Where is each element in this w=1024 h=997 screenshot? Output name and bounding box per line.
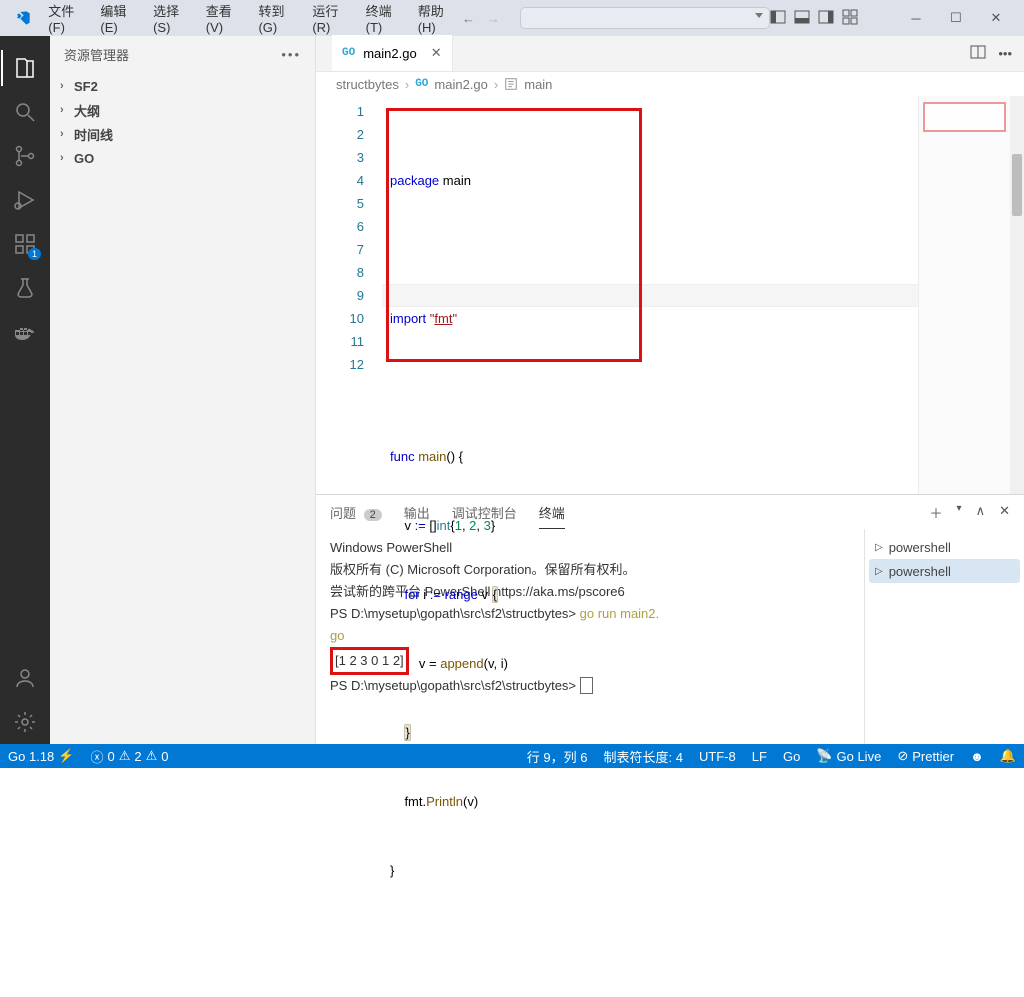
- breadcrumb-file[interactable]: main2.go: [434, 77, 487, 92]
- current-line-highlight: [382, 284, 918, 307]
- panel-tab-problems[interactable]: 问题 2: [330, 497, 382, 528]
- editor-scrollbar[interactable]: [1010, 96, 1024, 494]
- breadcrumb-symbol[interactable]: main: [524, 77, 552, 92]
- panel-maximize-icon[interactable]: ∧: [976, 503, 986, 522]
- sidebar-more-icon[interactable]: •••: [281, 47, 301, 62]
- toggle-panel-icon[interactable]: [794, 9, 810, 28]
- toggle-primary-sidebar-icon[interactable]: [770, 9, 786, 28]
- panel-tab-terminal[interactable]: 终端: [539, 497, 565, 528]
- tree-folder-sf2[interactable]: ›SF2: [50, 74, 315, 98]
- tree-go[interactable]: ›GO: [50, 146, 315, 170]
- toggle-secondary-sidebar-icon[interactable]: [818, 9, 834, 28]
- activity-testing-icon[interactable]: [1, 266, 49, 310]
- tree-timeline[interactable]: ›时间线: [50, 122, 315, 146]
- terminal-dropdown-icon[interactable]: ▾: [957, 503, 962, 522]
- sidebar-title: 资源管理器: [64, 45, 129, 64]
- line-gutter: 123456789101112: [316, 96, 382, 494]
- terminal-new-icon[interactable]: ＋: [930, 503, 943, 522]
- tab-filename: main2.go: [363, 46, 416, 61]
- activity-scm-icon[interactable]: [1, 134, 49, 178]
- panel-close-icon[interactable]: ✕: [999, 503, 1010, 522]
- editor-more-icon[interactable]: •••: [998, 46, 1012, 61]
- nav-back-icon[interactable]: ←: [462, 11, 475, 26]
- code-editor[interactable]: package main import "fmt" func main() { …: [382, 96, 918, 494]
- status-bell-icon[interactable]: 🔔: [992, 744, 1024, 768]
- split-editor-icon[interactable]: [970, 44, 986, 63]
- vscode-logo-icon: [12, 6, 33, 30]
- menu-terminal[interactable]: 终端(T): [359, 0, 409, 39]
- activity-docker-icon[interactable]: [1, 310, 49, 354]
- editor-tab-main2[interactable]: GO main2.go ✕: [332, 35, 453, 71]
- symbol-icon: [504, 77, 518, 91]
- breadcrumb[interactable]: structbytes› GOmain2.go› main: [316, 72, 1024, 96]
- minimap-preview: [923, 102, 1006, 132]
- menu-file[interactable]: 文件(F): [41, 0, 91, 39]
- activity-bar: 1: [0, 36, 50, 744]
- status-feedback-icon[interactable]: ☻: [962, 744, 992, 768]
- menu-view[interactable]: 查看(V): [199, 0, 250, 39]
- status-problems[interactable]: ⓧ0 ⚠2 ⚠0: [82, 744, 176, 768]
- window-minimize-button[interactable]: ─: [896, 4, 936, 32]
- panel-tab-debug[interactable]: 调试控制台: [452, 497, 517, 528]
- activity-explorer-icon[interactable]: [1, 46, 49, 90]
- menu-bar: 文件(F) 编辑(E) 选择(S) 查看(V) 转到(G) 运行(R) 终端(T…: [41, 0, 462, 39]
- activity-account-icon[interactable]: [1, 656, 49, 700]
- editor-tab-bar: GO main2.go ✕ •••: [316, 36, 1024, 72]
- explorer-sidebar: 资源管理器 ••• ›SF2 ›大纲 ›时间线 ›GO: [50, 36, 316, 744]
- minimap[interactable]: [918, 96, 1010, 494]
- tab-close-icon[interactable]: ✕: [431, 45, 442, 61]
- activity-extensions-icon[interactable]: 1: [1, 222, 49, 266]
- panel-tab-output[interactable]: 输出: [404, 497, 430, 528]
- customize-layout-icon[interactable]: [842, 9, 858, 28]
- activity-debug-icon[interactable]: [1, 178, 49, 222]
- go-file-icon: GO: [342, 47, 355, 59]
- go-file-icon: GO: [415, 78, 428, 90]
- title-bar: 文件(F) 编辑(E) 选择(S) 查看(V) 转到(G) 运行(R) 终端(T…: [0, 0, 1024, 36]
- command-center-search[interactable]: [520, 7, 770, 29]
- menu-select[interactable]: 选择(S): [146, 0, 197, 39]
- activity-settings-icon[interactable]: [1, 700, 49, 744]
- menu-edit[interactable]: 编辑(E): [93, 0, 144, 39]
- tree-outline[interactable]: ›大纲: [50, 98, 315, 122]
- menu-goto[interactable]: 转到(G): [251, 0, 303, 39]
- nav-fwd-icon[interactable]: →: [487, 11, 500, 26]
- status-go-version[interactable]: Go 1.18⚡: [0, 744, 82, 768]
- breadcrumb-folder[interactable]: structbytes: [336, 77, 399, 92]
- window-maximize-button[interactable]: ☐: [936, 4, 976, 32]
- activity-search-icon[interactable]: [1, 90, 49, 134]
- menu-run[interactable]: 运行(R): [305, 0, 356, 39]
- window-close-button[interactable]: ✕: [976, 4, 1016, 32]
- menu-help[interactable]: 帮助(H): [411, 0, 462, 39]
